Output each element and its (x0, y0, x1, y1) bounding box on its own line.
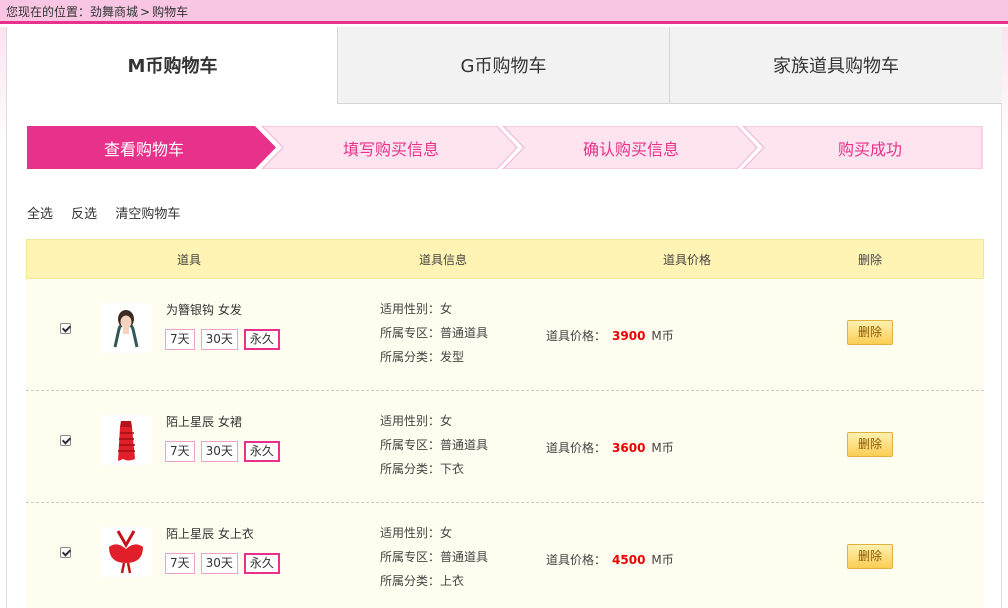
duration-permanent[interactable]: 永久 (243, 441, 280, 462)
step-label: 填写购买信息 (342, 139, 439, 159)
item-name: 为簪银钩 女发 (166, 303, 242, 317)
top-bar: 您现在的位置：劲舞商城 > 购物车 (0, 0, 1008, 24)
breadcrumb: 您现在的位置：劲舞商城 > 购物车 (6, 3, 188, 20)
duration-7-days[interactable]: 7天 (165, 329, 195, 350)
duration-options: 7天 30天 永久 (165, 441, 286, 462)
duration-7-days[interactable]: 7天 (165, 553, 195, 574)
breadcrumb-current: 购物车 (152, 5, 189, 19)
price-value: 3600 (612, 441, 646, 455)
header-delete: 删除 (857, 253, 882, 267)
tab-family-item-cart[interactable]: 家族道具购物车 (669, 27, 1002, 104)
top-item-icon (101, 527, 151, 577)
cart-table: 道具 道具信息 道具价格 删除 为簪银钩 女发 7天 30天 永久 适用性别：女… (26, 239, 984, 608)
delete-button[interactable]: 删除 (847, 320, 893, 345)
breadcrumb-separator: > (140, 5, 151, 19)
item-info: 适用性别：女 所属专区：普通道具 所属分类：下衣 (380, 409, 488, 481)
step-label: 确认购买信息 (582, 139, 679, 159)
duration-permanent[interactable]: 永久 (243, 553, 280, 574)
price-value: 3900 (612, 329, 646, 343)
item-category: 所属分类：下衣 (380, 462, 465, 476)
hair-item-icon (101, 303, 151, 353)
duration-options: 7天 30天 永久 (165, 553, 286, 574)
table-row: 陌上星辰 女裙 7天 30天 永久 适用性别：女 所属专区：普通道具 所属分类：… (26, 391, 984, 503)
cart-panel: M币购物车 G币购物车 家族道具购物车 查看购物车 填写购买信息 确认购买信息 … (6, 27, 1002, 608)
header-item-price: 道具价格 (662, 253, 711, 267)
delete-button[interactable]: 删除 (847, 432, 893, 457)
item-name: 陌上星辰 女上衣 (166, 527, 254, 541)
tab-label: M币购物车 (127, 56, 218, 77)
item-price: 道具价格： 3900 M币 (546, 327, 674, 344)
item-category: 所属分类：发型 (380, 350, 465, 364)
price-label: 道具价格： (546, 441, 607, 455)
step-success: 购买成功 (757, 126, 983, 169)
item-zone: 所属专区：普通道具 (380, 326, 489, 340)
item-gender: 适用性别：女 (380, 526, 453, 540)
duration-options: 7天 30天 永久 (165, 329, 286, 350)
step-confirm-info: 确认购买信息 (515, 126, 747, 169)
duration-30-days[interactable]: 30天 (200, 329, 238, 350)
item-zone: 所属专区：普通道具 (380, 438, 489, 452)
item-category: 所属分类：上衣 (380, 574, 465, 588)
item-price: 道具价格： 3600 M币 (546, 439, 674, 456)
tab-g-coin-cart[interactable]: G币购物车 (337, 27, 669, 104)
price-currency: M币 (651, 329, 674, 343)
step-view-cart: 查看购物车 (27, 126, 261, 169)
price-value: 4500 (612, 553, 646, 567)
step-fill-info: 填写购买信息 (275, 126, 507, 169)
duration-permanent[interactable]: 永久 (243, 329, 280, 350)
delete-button[interactable]: 删除 (847, 544, 893, 569)
row-checkbox[interactable] (60, 323, 71, 334)
item-price: 道具价格： 4500 M币 (546, 551, 674, 568)
clear-cart-link[interactable]: 清空购物车 (115, 207, 180, 222)
row-checkbox[interactable] (60, 435, 71, 446)
select-all-link[interactable]: 全选 (27, 207, 53, 222)
step-label: 购买成功 (837, 139, 902, 159)
item-name: 陌上星辰 女裙 (166, 415, 242, 429)
table-row: 陌上星辰 女上衣 7天 30天 永久 适用性别：女 所属专区：普通道具 所属分类… (26, 503, 984, 608)
invert-selection-link[interactable]: 反选 (71, 207, 97, 222)
table-row: 为簪银钩 女发 7天 30天 永久 适用性别：女 所属专区：普通道具 所属分类：… (26, 279, 984, 391)
breadcrumb-home-link[interactable]: 劲舞商城 (90, 5, 138, 19)
header-item: 道具 (176, 253, 201, 267)
breadcrumb-prefix: 您现在的位置： (6, 5, 91, 19)
tab-label: 家族道具购物车 (773, 56, 899, 77)
page-frame: M币购物车 G币购物车 家族道具购物车 查看购物车 填写购买信息 确认购买信息 … (0, 27, 1008, 608)
tab-m-coin-cart[interactable]: M币购物车 (7, 27, 338, 104)
price-currency: M币 (651, 553, 674, 567)
header-item-info: 道具信息 (418, 253, 467, 267)
cart-tabs: M币购物车 G币购物车 家族道具购物车 (7, 27, 1002, 104)
skirt-item-icon (101, 415, 151, 465)
duration-7-days[interactable]: 7天 (165, 441, 195, 462)
price-currency: M币 (651, 441, 674, 455)
step-label: 查看购物车 (103, 139, 184, 159)
table-header: 道具 道具信息 道具价格 删除 (26, 239, 984, 279)
item-info: 适用性别：女 所属专区：普通道具 所属分类：上衣 (380, 521, 488, 593)
item-zone: 所属专区：普通道具 (380, 550, 489, 564)
duration-30-days[interactable]: 30天 (200, 441, 238, 462)
row-checkbox[interactable] (60, 547, 71, 558)
selection-actions: 全选 反选 清空购物车 (27, 203, 194, 222)
checkout-steps: 查看购物车 填写购买信息 确认购买信息 购买成功 (27, 126, 983, 169)
item-gender: 适用性别：女 (380, 414, 453, 428)
item-info: 适用性别：女 所属专区：普通道具 所属分类：发型 (380, 297, 488, 369)
duration-30-days[interactable]: 30天 (200, 553, 238, 574)
price-label: 道具价格： (546, 553, 607, 567)
item-gender: 适用性别：女 (380, 302, 453, 316)
price-label: 道具价格： (546, 329, 607, 343)
tab-label: G币购物车 (460, 56, 547, 77)
